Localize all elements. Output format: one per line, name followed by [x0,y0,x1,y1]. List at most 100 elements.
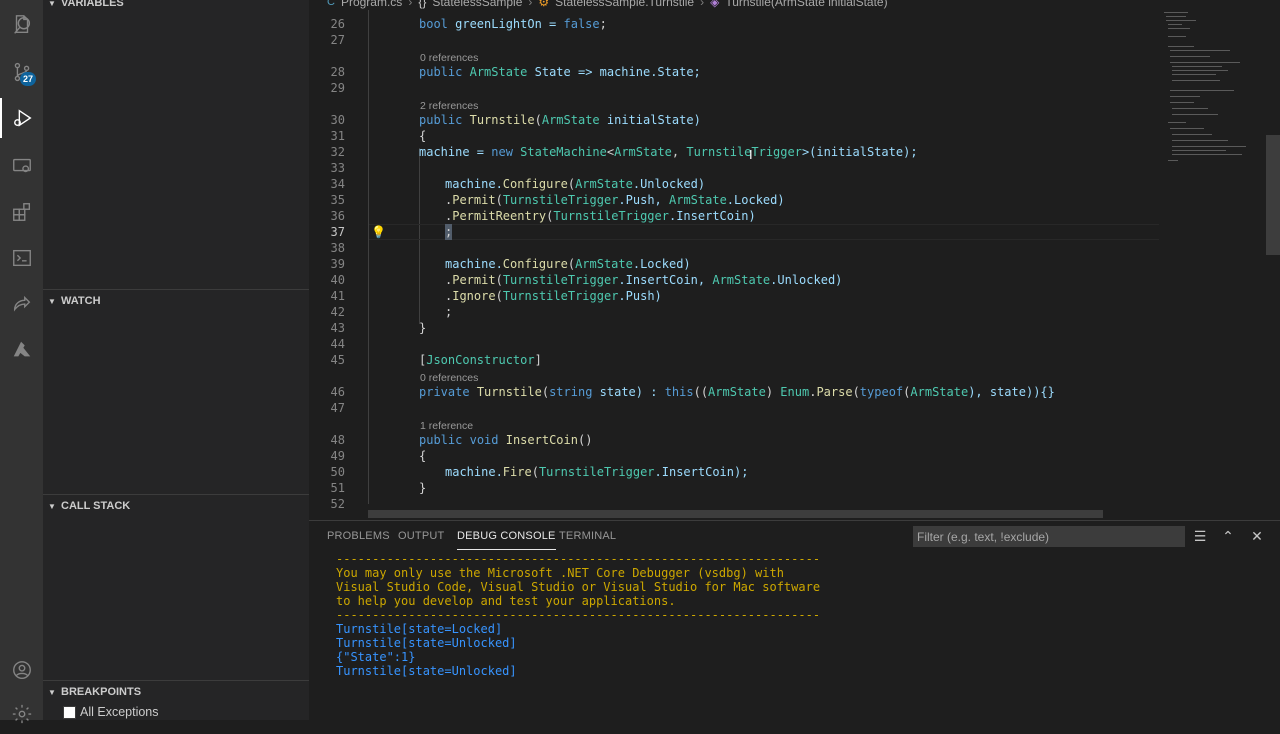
line-number: 43 [330,321,345,335]
code-line: 45 [JsonConstructor] [309,352,1169,368]
line-number: 26 [330,17,345,31]
breadcrumb: C Program.cs › {} StatelessSample › ⚙ St… [327,0,888,10]
tab-problems[interactable]: PROBLEMS [327,530,390,542]
line-number: 41 [330,289,345,303]
breakpoint-label: All Exceptions [80,705,159,719]
account-icon[interactable] [0,650,43,690]
console-line: {"State":1} [336,650,416,664]
source-control-icon[interactable]: 27 [0,52,43,92]
activity-bar: 27 [0,0,43,724]
live-share-icon[interactable] [0,284,43,324]
line-number: 31 [330,129,345,143]
remote-explorer-icon[interactable] [0,146,43,186]
azure-icon[interactable] [0,330,43,370]
line-number: 46 [330,385,345,399]
watch-section-header[interactable]: ▼ WATCH [43,290,309,312]
line-number: 38 [330,241,345,255]
breadcrumb-file[interactable]: Program.cs [341,0,402,9]
console-line: Turnstile[state=Locked] [336,622,503,636]
console-filter-input[interactable] [913,526,1185,547]
codelens-references[interactable]: 0 references [420,51,478,65]
search-icon[interactable] [0,6,43,46]
vertical-scrollbar[interactable] [1266,135,1280,255]
code-line: 29 [309,80,1169,96]
console-line: ----------------------------------------… [336,608,821,622]
settings-gear-icon[interactable] [0,694,43,734]
minimap[interactable] [1160,0,1266,520]
horizontal-scrollbar[interactable] [368,510,1103,518]
console-line: Visual Studio Code, Visual Studio or Vis… [336,580,821,594]
line-number: 42 [330,305,345,319]
line-number: 27 [330,33,345,47]
chevron-down-icon: ▼ [48,0,56,8]
maximize-panel-icon[interactable]: ⌃ [1220,528,1236,544]
line-number: 36 [330,209,345,223]
chevron-right-icon: › [528,0,533,9]
code-line: 44 [309,336,1169,352]
chevron-right-icon: › [700,0,705,9]
code-editor[interactable]: 26 bool greenLightOn = false; 27 0 refer… [309,10,1280,520]
line-number: 50 [330,465,345,479]
line-number: 28 [330,65,345,79]
code-line: 51 } [309,480,1169,496]
line-number: 40 [330,273,345,287]
chevron-right-icon: › [408,0,413,9]
code-line: 48 public void InsertCoin() [309,432,1169,448]
breakpoints-section-header[interactable]: ▼ BREAKPOINTS [43,681,309,703]
extensions-icon[interactable] [0,192,43,232]
code-line: 46 private Turnstile(string state) : thi… [309,384,1169,400]
code-line: 31 { [309,128,1169,144]
lightbulb-icon[interactable]: 💡 [371,224,386,240]
csharp-file-icon: C [327,0,335,8]
code-line: 47 [309,400,1169,416]
code-line: 36 .PermitReentry(TurnstileTrigger.Inser… [309,208,1169,224]
line-number: 45 [330,353,345,367]
console-line: You may only use the Microsoft .NET Core… [336,566,784,580]
tab-output[interactable]: OUTPUT [398,530,444,542]
breadcrumb-member[interactable]: Turnstile(ArmState initialState) [725,0,887,9]
chevron-down-icon: ▼ [48,296,56,306]
variables-section-header[interactable]: ▼ VARIABLES [43,0,309,14]
all-exceptions-checkbox[interactable] [63,705,76,719]
code-line: 42 ; [309,304,1169,320]
bottom-panel: PROBLEMS OUTPUT DEBUG CONSOLE TERMINAL ☰… [309,520,1280,721]
variables-section-title: VARIABLES [61,0,124,9]
breakpoints-section-title: BREAKPOINTS [61,686,142,698]
code-line: 39 machine.Configure(ArmState.Locked) [309,256,1169,272]
clear-console-icon[interactable]: ☰ [1192,528,1208,544]
class-icon: ⚙ [538,0,550,9]
call-stack-section-header[interactable]: ▼ CALL STACK [43,495,309,517]
close-panel-icon[interactable]: ✕ [1249,528,1265,544]
console-line: Turnstile[state=Unlocked] [336,664,517,678]
line-number: 30 [330,113,345,127]
codelens-references[interactable]: 1 reference [420,419,473,433]
code-line: 30 public Turnstile(ArmState initialStat… [309,112,1169,128]
line-number: 52 [330,497,345,511]
line-number: 35 [330,193,345,207]
code-line: 40 .Permit(TurnstileTrigger.InsertCoin, … [309,272,1169,288]
breadcrumb-namespace[interactable]: StatelessSample [432,0,522,9]
code-line: 50 machine.Fire(TurnstileTrigger.InsertC… [309,464,1169,480]
code-line: 33 [309,160,1169,176]
line-number: 47 [330,401,345,415]
terminal-panel-icon[interactable] [0,238,43,278]
tab-terminal[interactable]: TERMINAL [559,530,616,542]
line-number: 51 [330,481,345,495]
code-line: 43 } [309,320,1169,336]
breadcrumb-class[interactable]: StatelessSample.Turnstile [555,0,694,9]
codelens-references[interactable]: 0 references [420,371,478,385]
code-line: 37 💡 ; [309,224,1169,240]
codelens-references[interactable]: 2 references [420,99,478,113]
run-debug-icon[interactable] [0,98,43,138]
chevron-down-icon: ▼ [48,501,56,511]
console-line: to help you develop and test your applic… [336,594,676,608]
call-stack-section-title: CALL STACK [61,500,131,512]
source-control-badge: 27 [20,72,36,86]
line-number: 39 [330,257,345,271]
breakpoint-all-exceptions[interactable]: All Exceptions [63,703,159,721]
tab-debug-console[interactable]: DEBUG CONSOLE [457,530,556,550]
code-line: 34 machine.Configure(ArmState.Unlocked) [309,176,1169,192]
watch-section-title: WATCH [61,295,101,307]
code-line: 35 .Permit(TurnstileTrigger.Push, ArmSta… [309,192,1169,208]
code-line: 38 [309,240,1169,256]
